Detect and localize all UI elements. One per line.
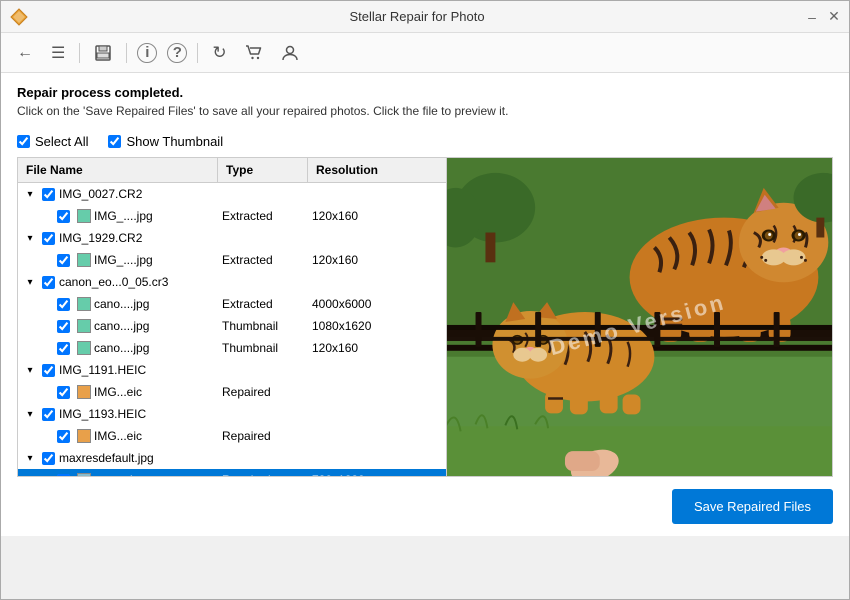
toolbar-sep-3 [197, 43, 198, 63]
table-row-selected[interactable]: maxr...jpg Repaired 720x1280 [18, 469, 446, 476]
preview-image: Demo Version [447, 158, 832, 476]
table-row[interactable]: IMG_....jpg Extracted 120x160 [18, 205, 446, 227]
file-thumb-icon [77, 385, 91, 399]
file-thumb-icon [77, 209, 91, 223]
file-table-header: File Name Type Resolution [18, 158, 446, 183]
window-title: Stellar Repair for Photo [349, 9, 484, 24]
status-area: Repair process completed. Click on the '… [1, 73, 849, 126]
file-panel: File Name Type Resolution ▾ IMG_0027.CR2… [17, 157, 447, 477]
window-controls[interactable]: – ✕ [805, 10, 841, 24]
row-checkbox[interactable] [57, 342, 70, 355]
group-checkbox[interactable] [42, 452, 55, 465]
file-thumb-icon [77, 319, 91, 333]
group-checkbox[interactable] [42, 408, 55, 421]
group-row[interactable]: ▾ canon_eo...0_05.cr3 [18, 271, 446, 293]
save-file-icon[interactable] [90, 42, 116, 64]
preview-panel[interactable]: Demo Version [447, 157, 833, 477]
toolbar-sep-2 [126, 43, 127, 63]
col-resolution: Resolution [308, 158, 446, 182]
table-row[interactable]: cano....jpg Thumbnail 1080x1620 [18, 315, 446, 337]
options-row: Select All Show Thumbnail [1, 126, 849, 157]
row-checkbox[interactable] [57, 430, 70, 443]
group-row[interactable]: ▾ IMG_1193.HEIC [18, 403, 446, 425]
back-button[interactable]: ← [13, 42, 37, 64]
group-checkbox[interactable] [42, 188, 55, 201]
col-type: Type [218, 158, 308, 182]
col-filename: File Name [18, 158, 218, 182]
table-row[interactable]: cano....jpg Thumbnail 120x160 [18, 337, 446, 359]
app-icon [9, 7, 29, 27]
main-area: File Name Type Resolution ▾ IMG_0027.CR2… [1, 157, 849, 477]
account-icon[interactable] [277, 42, 303, 64]
status-desc: Click on the 'Save Repaired Files' to sa… [17, 104, 833, 118]
select-all-checkbox[interactable] [17, 135, 30, 148]
file-thumb-icon [77, 253, 91, 267]
help-icon[interactable]: ? [167, 43, 187, 63]
group-row[interactable]: ▾ IMG_0027.CR2 [18, 183, 446, 205]
row-checkbox[interactable] [57, 298, 70, 311]
file-thumb-icon [77, 429, 91, 443]
status-title: Repair process completed. [17, 85, 833, 100]
show-thumbnail-label[interactable]: Show Thumbnail [108, 134, 223, 149]
file-thumb-icon [77, 341, 91, 355]
group-checkbox[interactable] [42, 232, 55, 245]
group-row[interactable]: ▾ maxresdefault.jpg [18, 447, 446, 469]
group-row[interactable]: ▾ IMG_1191.HEIC [18, 359, 446, 381]
minimize-button[interactable]: – [805, 10, 819, 24]
show-thumbnail-checkbox[interactable] [108, 135, 121, 148]
info-icon[interactable]: i [137, 43, 157, 63]
file-thumb-icon [77, 473, 91, 476]
group-checkbox[interactable] [42, 276, 55, 289]
row-checkbox[interactable] [57, 254, 70, 267]
table-row[interactable]: IMG...eic Repaired [18, 381, 446, 403]
table-row[interactable]: IMG...eic Repaired [18, 425, 446, 447]
table-row[interactable]: cano....jpg Extracted 4000x6000 [18, 293, 446, 315]
save-repaired-files-button[interactable]: Save Repaired Files [672, 489, 833, 524]
row-checkbox[interactable] [57, 474, 70, 477]
group-row[interactable]: ▾ IMG_1929.CR2 [18, 227, 446, 249]
group-checkbox[interactable] [42, 364, 55, 377]
close-button[interactable]: ✕ [827, 10, 841, 24]
row-checkbox[interactable] [57, 320, 70, 333]
file-thumb-icon [77, 297, 91, 311]
menu-button[interactable]: ☰ [47, 41, 69, 65]
row-checkbox[interactable] [57, 210, 70, 223]
titlebar: Stellar Repair for Photo – ✕ [1, 1, 849, 33]
toolbar: ← ☰ i ? ↻ [1, 33, 849, 73]
undo-icon[interactable]: ↻ [208, 41, 230, 65]
file-list[interactable]: ▾ IMG_0027.CR2 IMG_....jpg Extracted 120… [18, 183, 446, 476]
toolbar-sep-1 [79, 43, 80, 63]
footer: Save Repaired Files [1, 477, 849, 536]
row-checkbox[interactable] [57, 386, 70, 399]
cart-icon[interactable] [241, 42, 267, 64]
table-row[interactable]: IMG_....jpg Extracted 120x160 [18, 249, 446, 271]
select-all-label[interactable]: Select All [17, 134, 88, 149]
